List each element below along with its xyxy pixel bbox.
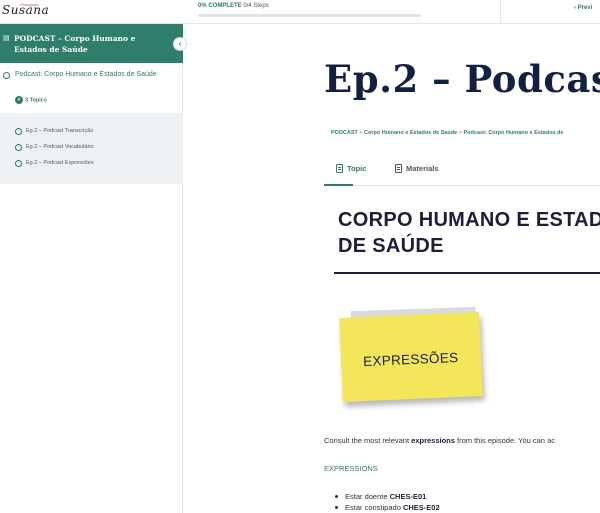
expression-text: Estar doente — [345, 492, 390, 501]
tab-materials-label: Materials — [406, 164, 439, 173]
tab-topic[interactable]: Topic — [336, 164, 366, 173]
sidebar-topics-list: Ep.2 – Podcast Transcrição Ep.2 – Podcas… — [0, 113, 183, 184]
sidebar-lesson-item[interactable]: Podcast: Corpo Humano e Estados de Saúde… — [0, 69, 183, 109]
lesson-status-icon — [3, 72, 10, 79]
topic-label: Ep.2 – Podcast Transcrição — [26, 128, 94, 134]
expressions-label: EXPRESSIONS — [324, 464, 378, 473]
sidebar-course-title[interactable]: PODCAST – Corpo Humano e Estados de Saúd… — [14, 33, 164, 55]
topic-label: Ep.2 – Podcast Vocabulário — [26, 144, 94, 150]
sidebar-course-header[interactable]: ▤ PODCAST – Corpo Humano e Estados de Sa… — [0, 24, 183, 63]
main-content: Ep.2 – Podcast PODCAST – Corpo Humano e … — [183, 24, 600, 513]
breadcrumb: PODCAST – Corpo Humano e Estados de Saúd… — [331, 130, 563, 136]
sticky-note-text: EXPRESSÕES — [362, 349, 459, 370]
tab-topic-label: Topic — [347, 164, 367, 173]
sticky-note-image: EXPRESSÕES — [337, 306, 483, 404]
heading-divider — [334, 272, 600, 274]
course-progress: 0% COMPLETE 0/4 Steps — [198, 3, 421, 17]
list-item: Estar doente CHES-E01 — [335, 491, 440, 502]
expression-text: Estar constipado — [345, 503, 403, 512]
topic-status-icon — [15, 160, 22, 167]
breadcrumb-lesson-link[interactable]: Podcast: Corpo Humano e Estados de — [464, 130, 564, 136]
course-book-icon: ▤ — [3, 35, 10, 42]
progress-percent: 0% COMPLETE — [198, 3, 242, 9]
breadcrumb-separator: > — [458, 130, 462, 136]
content-tabs: Topic Materials — [324, 160, 600, 186]
site-logo[interactable]: Português Susana — [2, 1, 64, 21]
active-tab-indicator — [324, 184, 353, 186]
list-item: Estar constipado CHES-E02 — [335, 502, 440, 513]
document-icon — [336, 164, 343, 173]
expression-code: CHES-E01 — [389, 492, 427, 501]
progress-bar — [198, 14, 421, 17]
course-sidebar: ▤ PODCAST – Corpo Humano e Estados de Sa… — [0, 24, 186, 513]
header-divider — [500, 0, 501, 24]
intro-text-start: Consult the most relevant — [324, 436, 412, 445]
topic-status-icon — [15, 128, 22, 135]
tab-materials[interactable]: Materials — [395, 164, 439, 173]
intro-text-bold: expressions — [411, 436, 455, 445]
note-paper: EXPRESSÕES — [339, 311, 483, 403]
topic-status-icon — [15, 144, 22, 151]
logo-wordmark: Susana — [2, 3, 50, 17]
expression-code: CHES-E02 — [402, 503, 440, 512]
page-title: Ep.2 – Podcast — [324, 57, 600, 101]
intro-paragraph: Consult the most relevant expressions fr… — [324, 436, 555, 445]
progress-steps: 0/4 Steps — [243, 3, 269, 9]
chevron-up-icon: ˄ — [15, 96, 23, 104]
materials-icon — [395, 164, 402, 173]
breadcrumb-course-link[interactable]: PODCAST – Corpo Humano e Estados de Saúd… — [331, 130, 457, 136]
chevron-left-icon: ‹ — [178, 39, 182, 48]
sidebar-lesson-title[interactable]: Podcast: Corpo Humano e Estados de Saúde — [15, 70, 165, 80]
previous-lesson-link[interactable]: ‹ Previ — [574, 5, 592, 11]
expressions-list: Estar doente CHES-E01 Estar constipado C… — [335, 491, 440, 513]
topic-label: Ep.2 – Podcast Expressões — [26, 160, 94, 166]
top-header: Português Susana 0% COMPLETE 0/4 Steps ‹… — [0, 0, 600, 24]
topics-count: 3 Topics — [25, 97, 47, 104]
topic-heading: CORPO HUMANO E ESTADOS DE SAÚDE — [338, 209, 600, 257]
progress-text: 0% COMPLETE 0/4 Steps — [198, 3, 269, 9]
topics-expand-toggle[interactable]: ˄ 3 Topics — [15, 96, 47, 104]
intro-text-end: from this episode. You can ac — [454, 436, 555, 445]
